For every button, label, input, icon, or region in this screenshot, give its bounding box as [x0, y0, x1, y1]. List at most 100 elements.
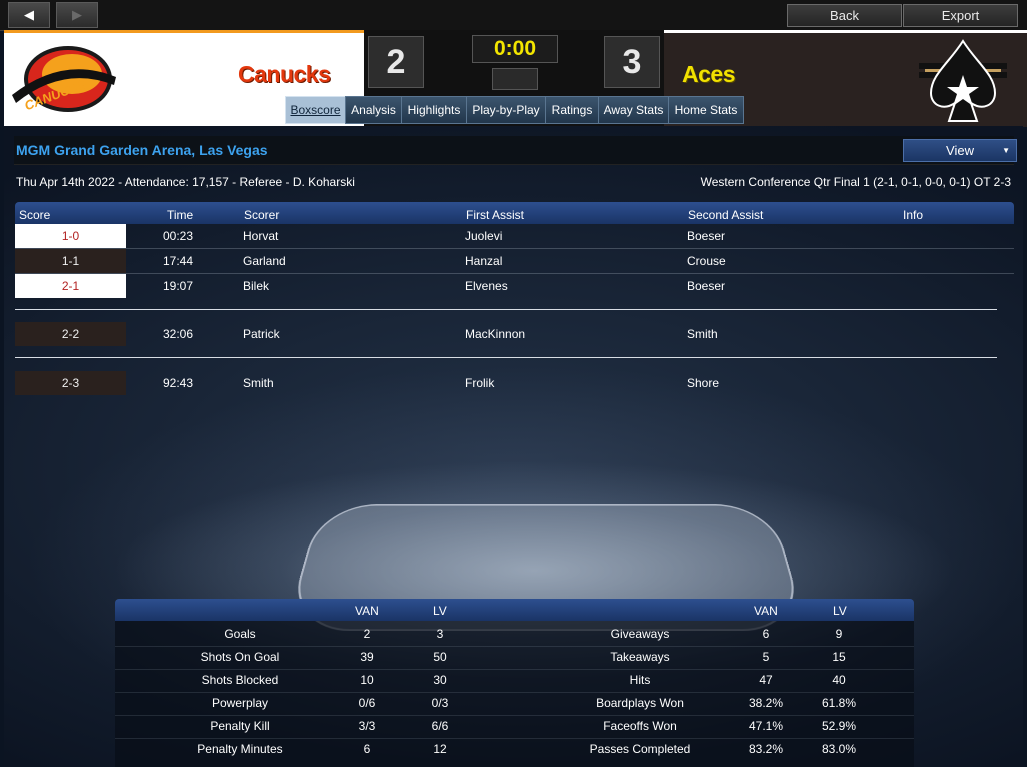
tab-boxscore[interactable]: Boxscore [285, 96, 346, 124]
series-info: Western Conference Qtr Final 1 (2-1, 0-1… [700, 175, 1011, 189]
stat-van: 3/3 [358, 719, 376, 733]
stat-lv: 15 [832, 650, 846, 664]
goal-time: 00:23 [163, 229, 194, 243]
goal-row[interactable]: 2-2 32:06 Patrick MacKinnon Smith [15, 322, 1014, 346]
stat-van: 5 [762, 650, 770, 664]
stat-label: Shots Blocked [201, 673, 279, 687]
stats-row: Shots Blocked 10 30 Hits 47 40 [115, 669, 914, 693]
goal-row[interactable]: 2-3 92:43 Smith Frolik Shore [15, 371, 1014, 395]
period-divider [15, 357, 997, 358]
goal-second-assist[interactable]: Boeser [687, 229, 725, 243]
home-score: 2 [368, 36, 424, 88]
goal-row[interactable]: 1-0 00:23 Horvat Juolevi Boeser [15, 224, 1014, 249]
stat-van: 0/6 [358, 696, 376, 710]
export-button[interactable]: Export [903, 4, 1018, 27]
goal-first-assist[interactable]: Juolevi [465, 229, 502, 243]
col-second-assist[interactable]: Second Assist [688, 208, 763, 222]
back-arrow-button[interactable]: ◀ [8, 2, 50, 28]
tab-highlights[interactable]: Highlights [401, 96, 467, 124]
stat-van: 6 [363, 742, 371, 756]
stat-label: Passes Completed [589, 742, 691, 756]
stats-row: Powerplay 0/6 0/3 Boardplays Won 38.2% 6… [115, 692, 914, 716]
col-time[interactable]: Time [167, 208, 193, 222]
stat-label: Hits [629, 673, 651, 687]
right-arrow-icon: ▶ [72, 7, 82, 22]
goal-scorer[interactable]: Horvat [243, 229, 278, 243]
stat-lv: 83.0% [821, 742, 857, 756]
stat-lv: 12 [433, 742, 447, 756]
goal-score: 2-1 [15, 274, 126, 298]
tab-play-by-play[interactable]: Play-by-Play [466, 96, 546, 124]
col-score[interactable]: Score [19, 208, 50, 222]
home-team-name: Canucks [238, 61, 331, 87]
stat-van: 83.2% [748, 742, 784, 756]
boxscore-panel: MGM Grand Garden Arena, Las Vegas View ▼… [4, 126, 1023, 767]
venue-title: MGM Grand Garden Arena, Las Vegas [16, 142, 268, 158]
view-label: View [946, 143, 974, 158]
aces-logo-icon [919, 39, 1007, 122]
stats-lv-header: LV [833, 604, 847, 618]
stat-label: Boardplays Won [596, 696, 684, 710]
goal-row[interactable]: 1-1 17:44 Garland Hanzal Crouse [15, 249, 1014, 274]
goal-scorer[interactable]: Bilek [243, 279, 269, 293]
stat-lv: 3 [436, 627, 444, 641]
goal-scorer[interactable]: Garland [243, 254, 286, 268]
goal-first-assist[interactable]: Elvenes [465, 279, 508, 293]
goal-time: 92:43 [163, 376, 194, 390]
stat-van: 39 [360, 650, 374, 664]
goal-score: 1-1 [15, 249, 126, 273]
stat-lv: 61.8% [821, 696, 857, 710]
stat-lv: 30 [433, 673, 447, 687]
stat-lv: 9 [835, 627, 843, 641]
goal-second-assist[interactable]: Shore [687, 376, 719, 390]
stat-lv: 50 [433, 650, 447, 664]
stat-lv: 40 [832, 673, 846, 687]
stat-lv: 0/3 [431, 696, 449, 710]
col-first-assist[interactable]: First Assist [466, 208, 524, 222]
stats-row: Penalty Minutes 6 12 Passes Completed 83… [115, 738, 914, 761]
forward-arrow-button[interactable]: ▶ [56, 2, 98, 28]
goal-scorer[interactable]: Patrick [243, 327, 280, 341]
tab-analysis[interactable]: Analysis [345, 96, 402, 124]
tab-ratings[interactable]: Ratings [545, 96, 599, 124]
goal-score: 2-3 [15, 371, 126, 395]
canucks-logo-icon: CANUCKS [12, 46, 116, 113]
goal-time: 19:07 [163, 279, 194, 293]
col-scorer[interactable]: Scorer [244, 208, 279, 222]
back-button[interactable]: Back [787, 4, 902, 27]
goal-time: 32:06 [163, 327, 194, 341]
goal-second-assist[interactable]: Crouse [687, 254, 726, 268]
left-arrow-icon: ◀ [24, 7, 34, 22]
game-clock: 0:00 [472, 35, 558, 63]
goal-time: 17:44 [163, 254, 194, 268]
stat-van: 10 [360, 673, 374, 687]
goal-second-assist[interactable]: Smith [687, 327, 718, 341]
away-score: 3 [604, 36, 660, 88]
stat-label: Shots On Goal [200, 650, 280, 664]
goal-first-assist[interactable]: Frolik [465, 376, 494, 390]
game-info: Thu Apr 14th 2022 - Attendance: 17,157 -… [16, 175, 355, 189]
stats-van-header: VAN [754, 604, 778, 618]
chevron-down-icon: ▼ [1002, 146, 1010, 155]
stat-van: 38.2% [748, 696, 784, 710]
stat-label: Takeaways [610, 650, 670, 664]
stat-label: Goals [224, 627, 256, 641]
goal-score: 1-0 [15, 224, 126, 248]
stat-lv: 52.9% [821, 719, 857, 733]
view-dropdown[interactable]: View ▼ [903, 139, 1017, 162]
goal-second-assist[interactable]: Boeser [687, 279, 725, 293]
goal-first-assist[interactable]: Hanzal [465, 254, 502, 268]
goal-row[interactable]: 2-1 19:07 Bilek Elvenes Boeser [15, 274, 1014, 298]
stats-row: Shots On Goal 39 50 Takeaways 5 15 [115, 646, 914, 670]
stats-lv-header: LV [433, 604, 447, 618]
stats-van-header: VAN [355, 604, 379, 618]
tab-away-stats[interactable]: Away Stats [598, 96, 669, 124]
team-stats-header [115, 599, 914, 621]
goal-scorer[interactable]: Smith [243, 376, 274, 390]
col-info[interactable]: Info [903, 208, 923, 222]
stat-label: Giveaways [610, 627, 670, 641]
goal-first-assist[interactable]: MacKinnon [465, 327, 525, 341]
stat-van: 2 [363, 627, 371, 641]
tab-home-stats[interactable]: Home Stats [668, 96, 744, 124]
stat-label: Penalty Minutes [197, 742, 283, 756]
